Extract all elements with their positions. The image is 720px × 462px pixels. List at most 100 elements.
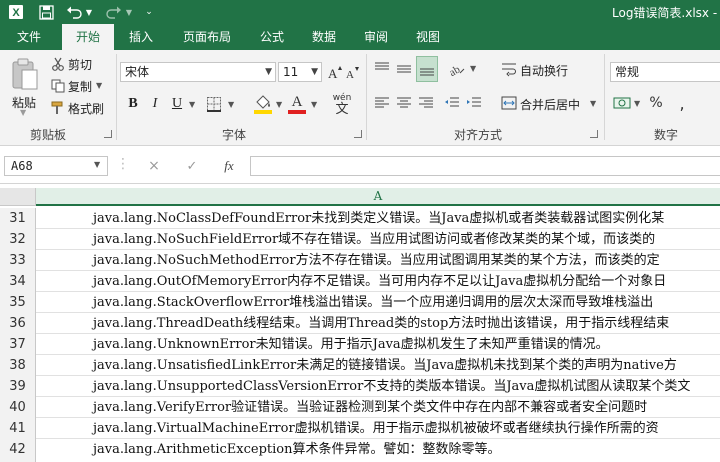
italic-button[interactable]: I <box>146 94 164 114</box>
cell[interactable]: java.lang.NoClassDefFoundError未找到类定义错误。当… <box>37 208 720 229</box>
alignment-launcher-icon[interactable] <box>590 130 598 138</box>
paste-dropdown-icon[interactable]: ▼ <box>20 108 26 117</box>
font-name-select[interactable]: 宋体 ▼ <box>120 62 276 82</box>
row-header[interactable]: 39 <box>0 376 36 397</box>
undo-icon[interactable] <box>64 2 84 22</box>
cell[interactable]: java.lang.NoSuchMethodError方法不存在错误。当应用试图… <box>37 250 720 271</box>
row-header[interactable]: 34 <box>0 271 36 292</box>
bold-button[interactable]: B <box>124 94 142 114</box>
paste-icon[interactable] <box>8 56 42 94</box>
accounting-format-icon[interactable] <box>612 92 632 114</box>
decrease-font-size-icon[interactable]: A <box>344 62 362 82</box>
row-header[interactable]: 35 <box>0 292 36 313</box>
cell[interactable]: java.lang.VerifyError验证错误。当验证器检测到某个类文件中存… <box>37 397 720 418</box>
tab-home[interactable]: 开始 <box>62 24 114 50</box>
merge-dropdown-icon[interactable]: ▼ <box>590 99 596 108</box>
undo-dropdown-icon[interactable]: ▼ <box>84 2 94 22</box>
align-center-icon[interactable] <box>394 92 414 114</box>
cell[interactable]: java.lang.UnsupportedClassVersionError不支… <box>37 376 720 397</box>
row-header[interactable]: 37 <box>0 334 36 355</box>
name-box[interactable]: A68 <box>4 156 108 176</box>
font-color-swatch <box>288 110 306 114</box>
orientation-icon[interactable]: ab <box>446 58 468 80</box>
increase-font-size-icon[interactable]: A <box>326 62 344 82</box>
format-painter-button[interactable]: 格式刷 <box>68 100 104 117</box>
chevron-down-icon: ▼ <box>265 67 272 77</box>
tab-file[interactable]: 文件 <box>0 24 58 50</box>
tab-data[interactable]: 数据 <box>302 24 346 50</box>
phonetic-guide-button[interactable]: wén 文 <box>328 90 356 118</box>
tab-page-layout[interactable]: 页面布局 <box>172 24 242 50</box>
increase-indent-icon[interactable] <box>464 92 484 114</box>
align-bottom-icon[interactable] <box>416 56 438 82</box>
redo-dropdown-icon[interactable]: ▼ <box>124 2 134 22</box>
enter-icon[interactable]: ✓ <box>182 156 202 176</box>
font-color-button[interactable]: A <box>286 92 308 116</box>
orientation-dropdown-icon[interactable]: ▼ <box>470 64 476 73</box>
align-middle-icon[interactable] <box>394 58 414 80</box>
percent-style-button[interactable]: % <box>646 92 666 114</box>
customize-qat-icon[interactable]: ⌄ <box>142 2 156 22</box>
svg-text:ab: ab <box>448 63 463 77</box>
row-header[interactable]: 40 <box>0 397 36 418</box>
decrease-indent-icon[interactable] <box>442 92 462 114</box>
cell[interactable]: java.lang.VirtualMachineError虚拟机错误。用于指示虚… <box>37 418 720 439</box>
font-color-dropdown-icon[interactable]: ▼ <box>311 100 317 109</box>
font-size-select[interactable]: 11 ▼ <box>278 62 322 82</box>
align-left-icon[interactable] <box>372 92 392 114</box>
row-header[interactable]: 41 <box>0 418 36 439</box>
column-header-a[interactable]: A <box>36 188 720 206</box>
cancel-icon[interactable]: × <box>144 156 164 176</box>
font-color-letter: A <box>291 94 303 110</box>
copy-button[interactable]: 复制 <box>68 78 92 95</box>
insert-function-icon[interactable]: fx <box>218 156 240 176</box>
align-top-icon[interactable] <box>372 58 392 80</box>
svg-text:X: X <box>12 7 20 19</box>
row-header[interactable]: 33 <box>0 250 36 271</box>
borders-icon[interactable] <box>204 94 224 114</box>
cut-icon <box>50 56 66 72</box>
redo-icon[interactable] <box>104 2 124 22</box>
cell[interactable]: java.lang.StackOverflowError堆栈溢出错误。当一个应用… <box>37 292 720 313</box>
cell[interactable]: java.lang.OutOfMemoryError内存不足错误。当可用内存不足… <box>37 271 720 292</box>
fill-color-icon[interactable] <box>252 92 274 116</box>
name-box-dropdown-icon[interactable]: ▼ <box>94 160 100 169</box>
select-all-corner[interactable] <box>0 188 36 206</box>
cell[interactable]: java.lang.UnsatisfiedLinkError未满足的链接错误。当… <box>37 355 720 376</box>
formula-bar-grip-icon: ⋮ <box>116 156 130 172</box>
underline-dropdown-icon[interactable]: ▼ <box>189 100 195 109</box>
format-painter-icon <box>50 100 66 116</box>
clipboard-launcher-icon[interactable] <box>104 130 112 138</box>
row-header[interactable]: 38 <box>0 355 36 376</box>
formula-input[interactable] <box>250 156 720 176</box>
row-header[interactable]: 42 <box>0 439 36 462</box>
cut-button[interactable]: 剪切 <box>68 56 92 73</box>
row-header[interactable]: 32 <box>0 229 36 250</box>
fill-color-dropdown-icon[interactable]: ▼ <box>276 100 282 109</box>
row-header[interactable]: 31 <box>0 208 36 229</box>
tab-insert[interactable]: 插入 <box>118 24 164 50</box>
cell[interactable]: java.lang.ThreadDeath线程结束。当调用Thread类的sto… <box>37 313 720 334</box>
cell[interactable]: java.lang.UnknownError未知错误。用于指示Java虚拟机发生… <box>37 334 720 355</box>
table-row: 38 java.lang.UnsatisfiedLinkError未满足的链接错… <box>0 355 720 376</box>
tab-review[interactable]: 审阅 <box>354 24 398 50</box>
accounting-dropdown-icon[interactable]: ▼ <box>634 99 640 108</box>
font-launcher-icon[interactable] <box>354 130 362 138</box>
underline-button[interactable]: U <box>168 94 186 114</box>
cell[interactable]: java.lang.NoSuchFieldError域不存在错误。当应用试图访问… <box>37 229 720 250</box>
copy-dropdown-icon[interactable]: ▼ <box>96 81 102 90</box>
borders-dropdown-icon[interactable]: ▼ <box>228 100 234 109</box>
row-header[interactable]: 36 <box>0 313 36 334</box>
chevron-down-icon: ▼ <box>311 67 318 77</box>
merge-center-button[interactable]: 合并后居中 <box>520 96 580 113</box>
number-format-select[interactable]: 常规 <box>610 62 720 82</box>
table-row: 35 java.lang.StackOverflowError堆栈溢出错误。当一… <box>0 292 720 313</box>
save-icon[interactable] <box>36 2 56 22</box>
align-right-icon[interactable] <box>416 92 436 114</box>
tab-view[interactable]: 视图 <box>406 24 450 50</box>
tab-formulas[interactable]: 公式 <box>250 24 294 50</box>
wrap-text-button[interactable]: 自动换行 <box>520 62 568 79</box>
cell[interactable]: java.lang.ArithmeticException算术条件异常。譬如：整… <box>37 439 720 460</box>
comma-style-icon[interactable]: , <box>672 92 692 114</box>
table-row: 37 java.lang.UnknownError未知错误。用于指示Java虚拟… <box>0 334 720 355</box>
